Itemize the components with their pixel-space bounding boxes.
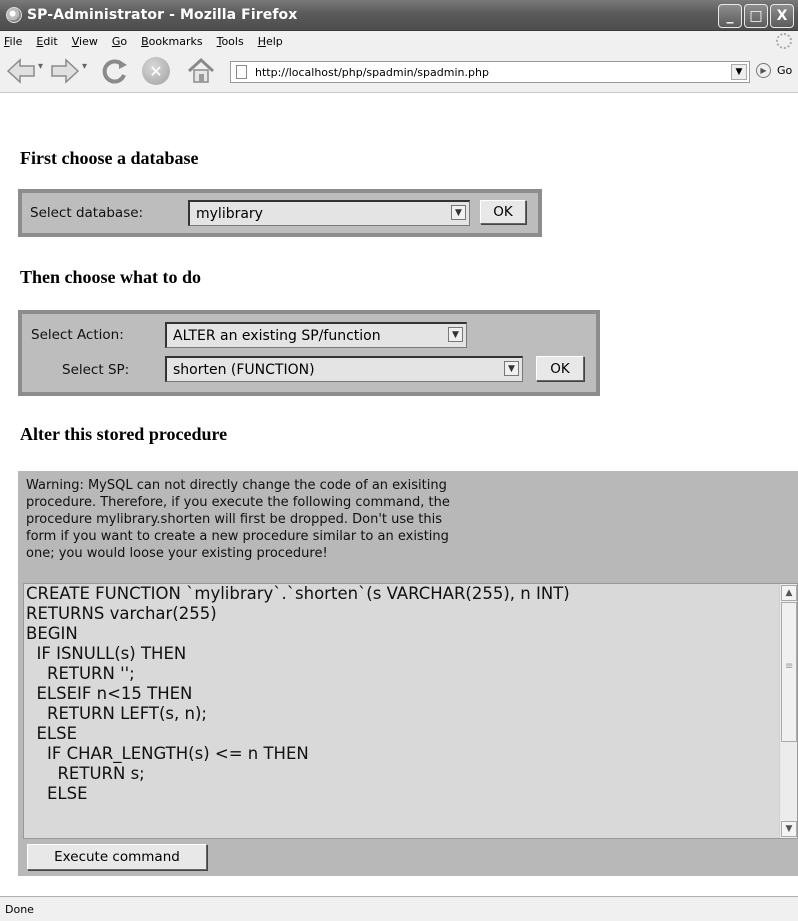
back-dropdown-icon[interactable]: ▾	[38, 61, 43, 72]
menu-help[interactable]: Help	[258, 35, 283, 48]
firefox-icon	[6, 7, 22, 23]
menu-file[interactable]: File	[4, 35, 22, 48]
code-line: ELSE	[26, 724, 78, 743]
select-action-label: Select Action:	[31, 327, 124, 343]
warning-line: procedure mylibrary.shorten will first b…	[26, 512, 442, 527]
chevron-down-icon[interactable]: ▼	[448, 327, 463, 342]
maximize-button[interactable]: □	[744, 4, 768, 28]
menu-edit[interactable]: Edit	[36, 35, 57, 48]
go-label: Go	[777, 64, 793, 77]
code-line: ELSE	[26, 784, 88, 803]
go-arrow-icon: ▶	[756, 63, 771, 78]
minimize-button[interactable]: _	[718, 4, 742, 28]
scroll-up-icon[interactable]: ▲	[781, 585, 797, 601]
database-select[interactable]: mylibrary ▼	[188, 200, 470, 226]
alter-procedure-panel: Warning: MySQL can not directly change t…	[18, 471, 798, 876]
code-line: BEGIN	[26, 624, 78, 643]
menu-bookmarks[interactable]: Bookmarks	[141, 35, 202, 48]
menu-bar: File Edit View Go Bookmarks Tools Help	[0, 31, 798, 51]
home-icon[interactable]	[186, 57, 216, 85]
stop-icon[interactable]: ✕	[142, 57, 170, 85]
page-icon	[236, 65, 247, 79]
scroll-thumb[interactable]	[781, 602, 797, 742]
code-line: ELSEIF n<15 THEN	[26, 684, 193, 703]
throbber-icon	[776, 33, 792, 49]
select-sp-label: Select SP:	[62, 362, 130, 378]
window-controls: _ □ X	[718, 4, 794, 28]
window-title: SP-Administrator - Mozilla Firefox	[27, 7, 298, 23]
code-line: RETURN '';	[26, 664, 135, 683]
choose-database-heading: First choose a database	[20, 148, 199, 168]
url-bar[interactable]: http://localhost/php/spadmin/spadmin.php…	[230, 61, 750, 83]
warning-text: Warning: MySQL can not directly change t…	[26, 477, 596, 562]
menu-go[interactable]: Go	[112, 35, 127, 48]
window-titlebar[interactable]: SP-Administrator - Mozilla Firefox _ □ X	[0, 0, 798, 31]
execute-command-button[interactable]: Execute command	[27, 844, 207, 870]
code-line: CREATE FUNCTION `mylibrary`.`shorten`(s …	[26, 584, 570, 603]
code-line: RETURN LEFT(s, n);	[26, 704, 207, 723]
reload-icon[interactable]	[100, 56, 130, 86]
database-selected-value: mylibrary	[196, 205, 263, 222]
page-content: First choose a database Select database:…	[0, 94, 798, 895]
scroll-down-icon[interactable]: ▼	[781, 821, 797, 837]
menu-tools[interactable]: Tools	[217, 35, 244, 48]
status-text: Done	[5, 902, 34, 916]
select-database-label: Select database:	[30, 205, 144, 221]
chevron-down-icon[interactable]: ▼	[451, 205, 466, 220]
url-text[interactable]: http://localhost/php/spadmin/spadmin.php	[255, 66, 489, 79]
close-button[interactable]: X	[770, 4, 794, 28]
warning-line: Warning: MySQL can not directly change t…	[26, 478, 447, 493]
go-button[interactable]: ▶ Go	[756, 63, 792, 78]
menu-view[interactable]: View	[72, 35, 98, 48]
action-select[interactable]: ALTER an existing SP/function ▼	[165, 322, 467, 348]
forward-arrow-icon[interactable]	[50, 56, 80, 86]
database-ok-button[interactable]: OK	[480, 200, 526, 224]
choose-action-heading: Then choose what to do	[20, 267, 202, 287]
action-select-panel: Select Action: ALTER an existing SP/func…	[18, 310, 600, 396]
status-bar: Done	[0, 896, 798, 921]
warning-line: procedure. Therefore, if you execute the…	[26, 495, 450, 510]
action-ok-button[interactable]: OK	[536, 356, 584, 381]
code-line: IF CHAR_LENGTH(s) <= n THEN	[26, 744, 309, 763]
warning-line: form if you want to create a new procedu…	[26, 529, 449, 544]
chevron-down-icon[interactable]: ▼	[504, 361, 519, 376]
database-select-panel: Select database: mylibrary ▼ OK	[18, 189, 542, 237]
code-line: RETURNS varchar(255)	[26, 604, 217, 623]
navigation-toolbar: ▾ ▾ ✕ http://localhost/php/spadmin/spadm…	[0, 51, 798, 93]
warning-line: one; you would loose your existing proce…	[26, 546, 328, 561]
code-scrollbar[interactable]: ▲ ▼	[779, 584, 797, 838]
code-line: IF ISNULL(s) THEN	[26, 644, 187, 663]
back-arrow-icon[interactable]	[6, 56, 36, 86]
sp-select[interactable]: shorten (FUNCTION) ▼	[165, 356, 523, 382]
code-line: RETURN s;	[26, 764, 145, 783]
sp-selected-value: shorten (FUNCTION)	[173, 361, 315, 378]
sql-code-textarea[interactable]: CREATE FUNCTION `mylibrary`.`shorten`(s …	[23, 583, 798, 839]
url-dropdown-icon[interactable]: ▼	[731, 64, 747, 80]
alter-procedure-heading: Alter this stored procedure	[20, 424, 228, 444]
forward-dropdown-icon[interactable]: ▾	[82, 61, 87, 72]
action-selected-value: ALTER an existing SP/function	[173, 327, 381, 344]
